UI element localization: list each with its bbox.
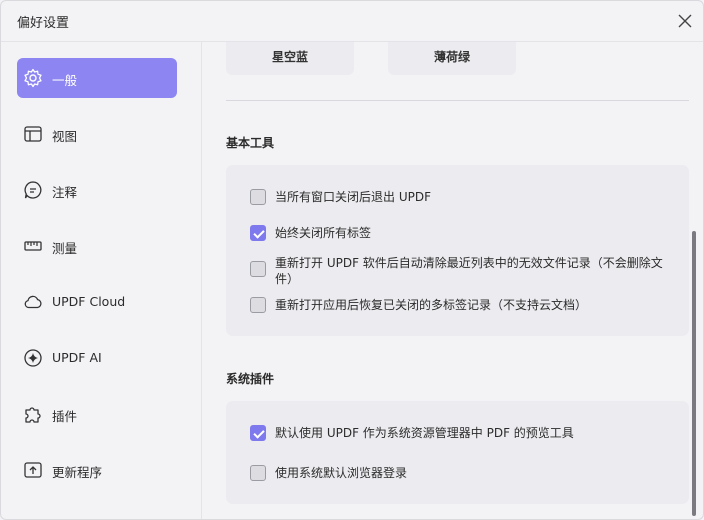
- preferences-window: 偏好设置 一般 视图 注释 测量 UPDF Cloud UPDF AI 插件 更…: [0, 0, 704, 520]
- checkbox[interactable]: [250, 465, 266, 481]
- sidebar: 一般 视图 注释 测量 UPDF Cloud UPDF AI 插件 更新程序: [1, 42, 202, 519]
- close-button[interactable]: [675, 11, 695, 31]
- puzzle-icon: [25, 407, 41, 423]
- checkbox[interactable]: [250, 261, 266, 277]
- section-title-system-plugins: 系统插件: [226, 372, 275, 386]
- option-label: 当所有窗口关闭后退出 UPDF: [275, 190, 431, 204]
- checkbox[interactable]: [250, 297, 266, 313]
- ruler-icon: [24, 241, 42, 251]
- option-label: 重新打开应用后恢复已关闭的多标签记录（不支持云文档）: [275, 298, 588, 312]
- sidebar-item-label: 注释: [52, 185, 78, 200]
- title-bar: 偏好设置: [1, 1, 703, 42]
- sidebar-item-label: 一般: [52, 73, 78, 88]
- checkbox[interactable]: [250, 425, 266, 441]
- checkbox[interactable]: [250, 189, 266, 205]
- layout-icon: [24, 126, 42, 142]
- checkbox[interactable]: [250, 225, 266, 241]
- sidebar-item-label: UPDF AI: [52, 350, 102, 365]
- sidebar-item-general[interactable]: 一般: [17, 58, 177, 98]
- sidebar-item-update[interactable]: 更新程序: [17, 450, 177, 490]
- sidebar-item-cloud[interactable]: UPDF Cloud: [17, 282, 177, 322]
- system-plugins-card: 默认使用 UPDF 作为系统资源管理器中 PDF 的预览工具 使用系统默认浏览器…: [226, 401, 689, 504]
- sidebar-item-label: 插件: [52, 409, 78, 424]
- scrollbar[interactable]: [692, 231, 696, 516]
- section-divider: [226, 100, 689, 101]
- sidebar-item-view[interactable]: 视图: [17, 114, 177, 154]
- sidebar-item-label: 视图: [52, 129, 78, 144]
- cloud-icon: [24, 295, 42, 309]
- option-label: 默认使用 UPDF 作为系统资源管理器中 PDF 的预览工具: [275, 426, 574, 440]
- update-icon: [24, 462, 42, 478]
- sidebar-item-measure[interactable]: 测量: [17, 226, 177, 266]
- settings-content: 星空蓝 薄荷绿 基本工具 当所有窗口关闭后退出 UPDF 始终关闭所有标签 重新…: [202, 42, 703, 519]
- theme-option-mint-green[interactable]: 薄荷绿: [388, 42, 516, 75]
- sidebar-item-label: 测量: [52, 241, 78, 256]
- theme-option-starry-blue[interactable]: 星空蓝: [226, 42, 354, 75]
- option-label: 重新打开 UPDF 软件后自动清除最近列表中的无效文件记录（不会删除文件）: [275, 256, 663, 286]
- option-label: 始终关闭所有标签: [275, 226, 372, 240]
- basic-tools-card: 当所有窗口关闭后退出 UPDF 始终关闭所有标签 重新打开 UPDF 软件后自动…: [226, 165, 689, 336]
- section-title-basic-tools: 基本工具: [226, 136, 275, 150]
- close-icon: [678, 14, 692, 28]
- sidebar-item-label: UPDF Cloud: [52, 294, 126, 309]
- ai-sparkle-icon: [24, 349, 42, 367]
- option-label: 使用系统默认浏览器登录: [275, 466, 408, 480]
- sidebar-item-comment[interactable]: 注释: [17, 170, 177, 210]
- comment-icon: [24, 181, 42, 199]
- sidebar-item-plugins[interactable]: 插件: [17, 394, 177, 434]
- sidebar-item-ai[interactable]: UPDF AI: [17, 338, 177, 378]
- gear-icon: [24, 68, 42, 88]
- window-title: 偏好设置: [17, 16, 70, 31]
- sidebar-item-label: 更新程序: [52, 465, 103, 480]
